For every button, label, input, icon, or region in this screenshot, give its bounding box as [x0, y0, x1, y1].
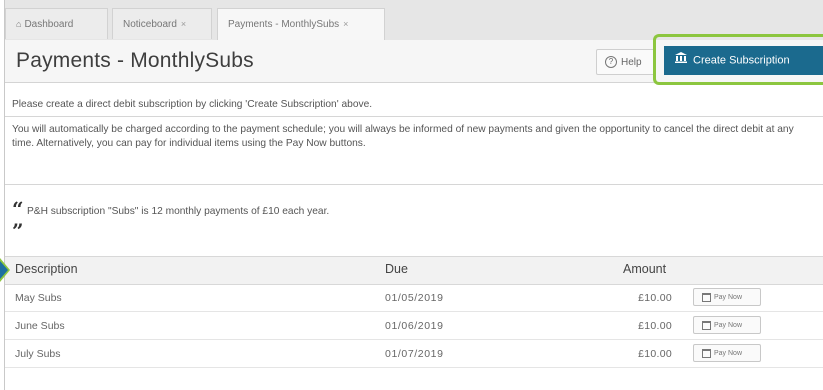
row-description: May Subs: [15, 292, 62, 304]
close-icon[interactable]: ×: [343, 19, 348, 29]
page-title: Payments - MonthlySubs: [16, 49, 254, 72]
tab-noticeboard[interactable]: Noticeboard ×: [112, 8, 212, 39]
row-due-date: 01/05/2019: [385, 292, 444, 304]
quote-open-icon: “: [12, 197, 24, 221]
create-subscription-label: Create Subscription: [693, 54, 790, 67]
info-text-2: You will automatically be charged accord…: [12, 124, 794, 149]
row-amount: £10.00: [638, 292, 672, 304]
tab-label: Noticeboard: [123, 19, 177, 30]
create-subscription-button[interactable]: Create Subscription: [664, 46, 823, 75]
divider: [5, 116, 823, 117]
table-header: Description Due Amount: [5, 256, 823, 285]
info-text-1: Please create a direct debit subscriptio…: [12, 99, 373, 110]
divider: [5, 184, 823, 185]
column-header-amount: Amount: [623, 262, 667, 276]
table-row: June Subs 01/06/2019 £10.00 Pay Now: [5, 312, 823, 340]
pay-now-label: Pay Now: [714, 294, 743, 301]
pay-now-label: Pay Now: [714, 322, 743, 329]
home-icon: ⌂: [16, 19, 22, 29]
subscription-summary: P&H subscription "Subs" is 12 monthly pa…: [27, 206, 330, 217]
table-row: July Subs 01/07/2019 £10.00 Pay Now: [5, 340, 823, 368]
tab-dashboard[interactable]: ⌂ Dashboard: [5, 8, 108, 39]
row-amount: £10.00: [638, 320, 672, 332]
tab-payments-monthlysubs[interactable]: Payments - MonthlySubs ×: [217, 8, 385, 41]
bank-icon: [675, 46, 687, 75]
column-header-due: Due: [385, 262, 408, 276]
column-header-description: Description: [15, 262, 78, 276]
help-button[interactable]: ? Help: [596, 49, 656, 75]
pay-now-button[interactable]: Pay Now: [693, 316, 761, 334]
calendar-icon: [702, 292, 711, 302]
row-description: July Subs: [15, 348, 61, 360]
row-due-date: 01/06/2019: [385, 320, 444, 332]
pay-now-button[interactable]: Pay Now: [693, 288, 761, 306]
row-due-date: 01/07/2019: [385, 348, 444, 360]
help-label: Help: [621, 57, 642, 68]
row-description: June Subs: [15, 320, 65, 332]
table-row: May Subs 01/05/2019 £10.00 Pay Now: [5, 284, 823, 312]
tab-label: Dashboard: [24, 19, 74, 30]
pointer-arrow-inner: [0, 261, 8, 279]
close-icon[interactable]: ×: [181, 19, 186, 29]
row-amount: £10.00: [638, 348, 672, 360]
help-icon: ?: [605, 56, 617, 69]
quote-close-icon: ”: [12, 219, 24, 243]
pay-now-label: Pay Now: [714, 350, 743, 357]
tab-label: Payments - MonthlySubs: [228, 19, 340, 30]
calendar-icon: [702, 320, 711, 330]
pay-now-button[interactable]: Pay Now: [693, 344, 761, 362]
calendar-icon: [702, 348, 711, 358]
